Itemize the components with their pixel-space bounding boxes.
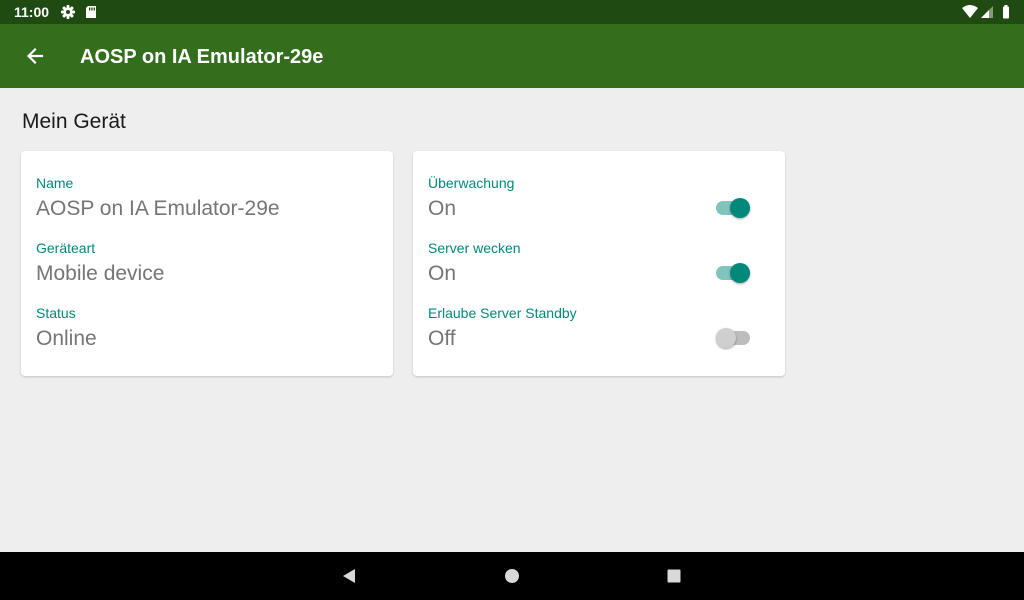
settings-card: Überwachung On Server wecken On Erlaube … xyxy=(413,151,785,376)
field-value: On xyxy=(428,197,457,220)
settings-icon xyxy=(60,4,76,20)
nav-home-button[interactable] xyxy=(502,566,522,586)
field-value: Mobile device xyxy=(36,262,165,285)
section-title: Mein Gerät xyxy=(22,110,126,133)
monitoring-setting: Überwachung On xyxy=(428,175,768,235)
status-time: 11:00 xyxy=(14,4,50,20)
app-bar: AOSP on IA Emulator-29e xyxy=(0,24,1024,88)
home-circle-icon xyxy=(505,569,519,583)
device-info-card: Name AOSP on IA Emulator-29e Geräteart M… xyxy=(21,151,393,376)
arrow-back-icon xyxy=(26,47,44,65)
toggle-thumb xyxy=(730,263,750,283)
monitoring-toggle[interactable] xyxy=(716,195,750,221)
toggle-thumb xyxy=(730,198,750,218)
field-value: On xyxy=(428,262,457,285)
field-label: Status xyxy=(36,305,76,321)
back-triangle-icon xyxy=(343,569,355,583)
field-label: Überwachung xyxy=(428,175,515,191)
battery-icon xyxy=(998,4,1014,20)
app-title: AOSP on IA Emulator-29e xyxy=(80,46,324,68)
field-value: Online xyxy=(36,327,97,350)
wifi-icon xyxy=(962,4,978,20)
status-bar: 11:00 xyxy=(0,0,1024,24)
server-standby-setting: Erlaube Server Standby Off xyxy=(428,305,768,365)
field-value: AOSP on IA Emulator-29e xyxy=(36,197,280,220)
navigation-bar xyxy=(0,552,1024,600)
server-standby-toggle[interactable] xyxy=(716,325,750,351)
field-label: Erlaube Server Standby xyxy=(428,305,577,321)
toggle-thumb xyxy=(716,328,736,348)
back-button[interactable] xyxy=(18,39,52,73)
nav-back-button[interactable] xyxy=(339,566,359,586)
device-name-field: Name AOSP on IA Emulator-29e xyxy=(36,175,376,235)
field-label: Geräteart xyxy=(36,240,96,256)
field-value: Off xyxy=(428,327,456,350)
device-status-field: Status Online xyxy=(36,305,376,365)
cell-signal-icon xyxy=(980,4,996,20)
nav-recents-button[interactable] xyxy=(664,566,684,586)
wake-server-toggle[interactable] xyxy=(716,260,750,286)
field-label: Server wecken xyxy=(428,240,521,256)
wake-server-setting: Server wecken On xyxy=(428,240,768,300)
sd-card-icon xyxy=(83,4,99,20)
device-type-field: Geräteart Mobile device xyxy=(36,240,376,300)
field-label: Name xyxy=(36,175,74,191)
recents-square-icon xyxy=(667,569,681,583)
